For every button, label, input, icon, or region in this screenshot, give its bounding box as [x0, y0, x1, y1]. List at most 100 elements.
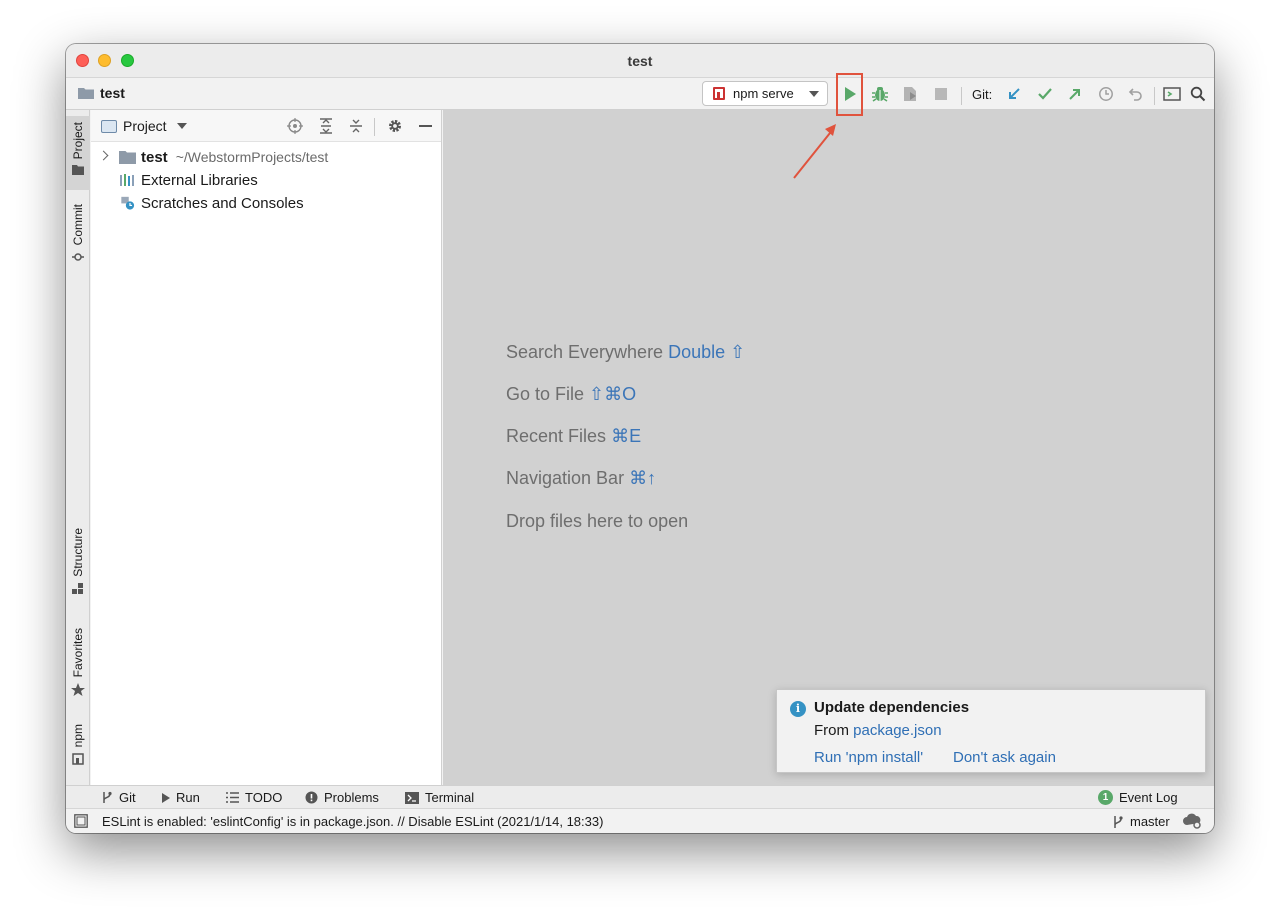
window-title: test: [627, 53, 653, 69]
tool-tab-label: Problems: [324, 790, 379, 805]
terminal-window-icon: [1163, 87, 1181, 101]
arrow-down-left-icon: [1009, 88, 1020, 99]
status-message[interactable]: ESLint is enabled: 'eslintConfig' is in …: [102, 814, 603, 829]
dont-ask-again-link[interactable]: Don't ask again: [953, 749, 1056, 766]
event-log-button[interactable]: 1 Event Log: [1098, 790, 1178, 805]
hint-shortcut: ⇧⌘O: [589, 384, 637, 404]
tool-tab-run[interactable]: Run: [162, 790, 200, 805]
git-update-button[interactable]: [1004, 84, 1024, 104]
commit-icon: [72, 253, 84, 262]
project-view-icon: [101, 119, 117, 133]
event-log-count-badge: 1: [1098, 790, 1113, 805]
ide-window: test test npm serve Git: Project Commit …: [66, 44, 1214, 833]
tool-tab-label: TODO: [245, 790, 283, 805]
tool-tab-problems[interactable]: Problems: [305, 790, 379, 805]
select-opened-file-button[interactable]: [286, 117, 304, 135]
hide-panel-button[interactable]: [416, 117, 434, 135]
tool-tab-structure[interactable]: Structure: [66, 528, 90, 608]
hint-shortcut: Double ⇧: [668, 342, 746, 362]
update-dependencies-notification: i Update dependencies From package.json …: [776, 689, 1206, 773]
tool-tab-favorites[interactable]: Favorites: [66, 628, 90, 706]
breadcrumb-project: test: [100, 85, 125, 101]
tree-item-path: ~/WebstormProjects/test: [175, 149, 329, 165]
run-npm-install-link[interactable]: Run 'npm install': [814, 749, 923, 766]
git-label: Git:: [972, 87, 993, 102]
package-json-link[interactable]: package.json: [853, 722, 941, 739]
search-everywhere-button[interactable]: [1188, 84, 1208, 104]
git-branch-icon: [103, 791, 112, 803]
run-button-highlight: [836, 73, 863, 116]
project-view-selector[interactable]: Project: [101, 118, 187, 134]
main-toolbar: test npm serve Git:: [66, 78, 1214, 110]
hint-recent-files: Recent Files ⌘E: [506, 426, 641, 447]
tool-tab-commit[interactable]: Commit: [66, 204, 90, 276]
scratches-icon: [121, 196, 135, 210]
git-push-button[interactable]: [1065, 84, 1085, 104]
chevron-right-icon[interactable]: [98, 150, 109, 161]
project-panel-title: Project: [123, 118, 167, 134]
collapse-all-button[interactable]: [347, 117, 365, 135]
tree-item-scratches[interactable]: Scratches and Consoles: [91, 192, 441, 215]
npm-icon: [72, 753, 84, 766]
star-icon: [71, 683, 85, 697]
git-branch-name: master: [1130, 814, 1170, 829]
run-configuration-label: npm serve: [733, 86, 794, 101]
run-with-coverage-button[interactable]: [900, 84, 920, 104]
tool-windows-toggle-icon[interactable]: [74, 814, 88, 828]
folder-icon: [78, 88, 94, 99]
minimize-icon: [418, 125, 432, 127]
tool-tab-project[interactable]: Project: [66, 116, 90, 190]
breadcrumb[interactable]: test: [78, 85, 125, 101]
git-rollback-button[interactable]: [1126, 84, 1146, 104]
folder-icon: [119, 151, 136, 164]
tool-tab-git[interactable]: Git: [101, 790, 136, 805]
notification-body-prefix: From: [814, 722, 849, 739]
annotation-arrow-icon: [793, 124, 836, 179]
problems-icon: [305, 791, 318, 804]
project-tool-window: Project test ~/WebstormProjects/test Ext…: [91, 110, 442, 785]
tool-tab-terminal[interactable]: Terminal: [405, 790, 474, 805]
tree-item-project-root[interactable]: test ~/WebstormProjects/test: [91, 146, 441, 169]
tool-tab-label: Favorites: [71, 628, 85, 678]
run-configuration-select[interactable]: npm serve: [702, 81, 828, 106]
hint-text: Navigation Bar: [506, 468, 625, 488]
hint-shortcut: ⌘E: [611, 426, 642, 446]
hint-shortcut: ⌘↑: [629, 468, 657, 488]
project-tree: test ~/WebstormProjects/test External Lib…: [91, 142, 441, 215]
tool-tab-label: Project: [71, 122, 85, 160]
status-bar: ESLint is enabled: 'eslintConfig' is in …: [66, 809, 1214, 833]
info-icon: i: [790, 701, 806, 717]
editor-area: Search Everywhere Double ⇧ Go to File ⇧⌘…: [443, 110, 1214, 785]
header-divider: [374, 118, 375, 136]
hint-text: Search Everywhere: [506, 342, 664, 362]
stop-button[interactable]: [931, 84, 951, 104]
tool-tab-label: Run: [176, 790, 200, 805]
debug-button[interactable]: [870, 84, 890, 104]
search-icon: [1190, 86, 1206, 102]
title-bar: test: [66, 44, 1214, 78]
npm-config-icon: [713, 87, 725, 100]
project-settings-button[interactable]: [386, 117, 404, 135]
tool-tab-npm[interactable]: npm: [66, 724, 90, 782]
tree-item-external-libraries[interactable]: External Libraries: [91, 169, 441, 192]
left-tool-strip: Project Commit Structure Favorites npm: [66, 110, 90, 785]
todo-icon: [226, 792, 239, 803]
stop-icon: [935, 88, 947, 100]
tool-tab-label: Structure: [71, 528, 85, 577]
run-anything-button[interactable]: [1162, 84, 1182, 104]
cloud-settings-icon[interactable]: [1183, 813, 1203, 829]
git-commit-button[interactable]: [1035, 84, 1055, 104]
chevron-down-icon: [809, 90, 819, 97]
toolbar-divider: [961, 87, 962, 105]
tree-item-label: External Libraries: [141, 172, 258, 189]
git-branch-widget[interactable]: master: [1112, 814, 1170, 829]
hint-go-to-file: Go to File ⇧⌘O: [506, 384, 636, 405]
chevron-down-icon: [176, 123, 187, 129]
folder-icon: [72, 165, 84, 176]
check-icon: [1038, 88, 1052, 100]
tool-tab-label: Git: [119, 790, 136, 805]
collapse-all-icon: [350, 119, 362, 133]
expand-all-button[interactable]: [317, 117, 335, 135]
git-history-button[interactable]: [1096, 84, 1116, 104]
tool-tab-todo[interactable]: TODO: [226, 790, 282, 805]
